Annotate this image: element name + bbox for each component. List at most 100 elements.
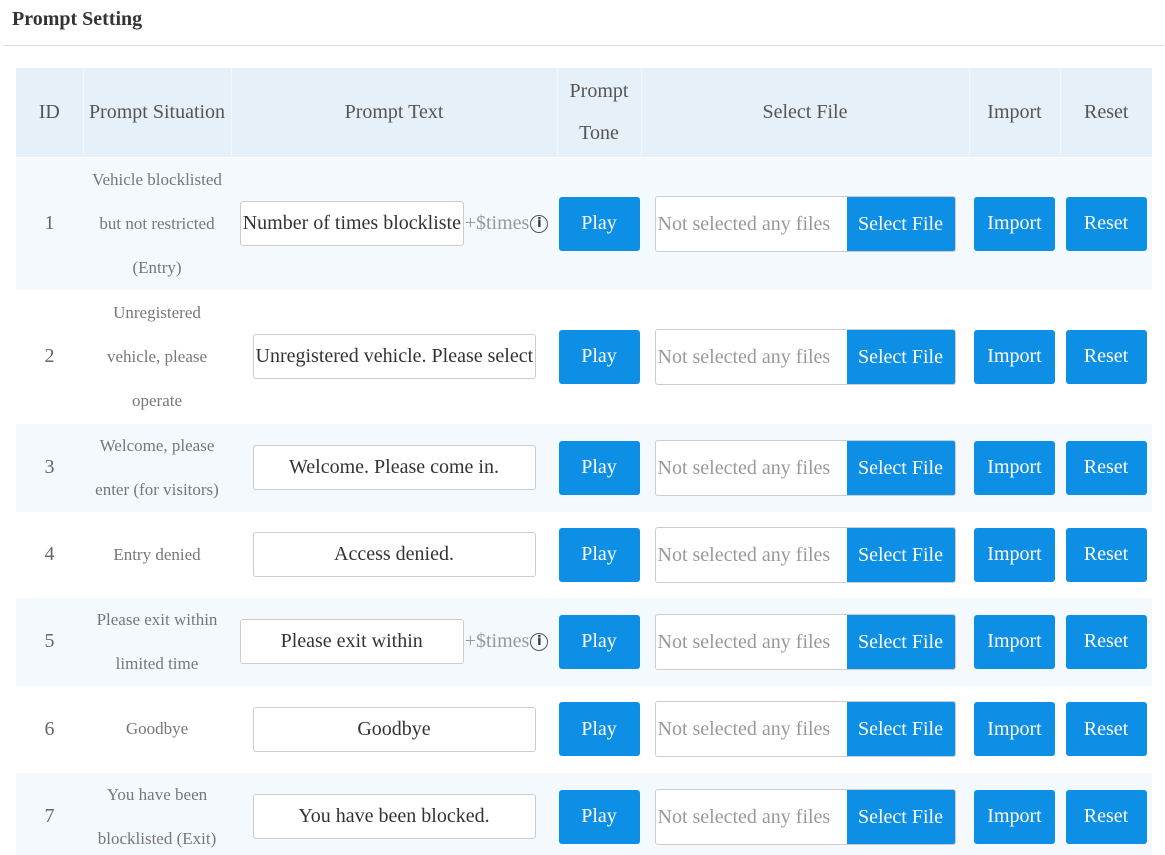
select-file-button[interactable]: Select File bbox=[846, 329, 955, 384]
reset-button[interactable]: Reset bbox=[1065, 789, 1147, 844]
import-cell: Import bbox=[969, 512, 1060, 597]
row-id: 4 bbox=[44, 543, 55, 565]
select-file-cell: Not selected any files Select File bbox=[641, 772, 969, 855]
prompt-text-input[interactable] bbox=[252, 706, 536, 752]
play-button[interactable]: Play bbox=[558, 527, 640, 582]
table-header-row: ID Prompt Situation Prompt Text Prompt T… bbox=[16, 68, 1152, 157]
column-header-text: Prompt Text bbox=[231, 68, 558, 157]
prompt-text-input[interactable] bbox=[252, 532, 536, 577]
play-button[interactable]: Play bbox=[558, 329, 640, 384]
reset-button[interactable]: Reset bbox=[1065, 196, 1147, 251]
column-header-reset: Reset bbox=[1084, 101, 1129, 124]
play-button[interactable]: Play bbox=[558, 789, 640, 844]
import-button[interactable]: Import bbox=[974, 196, 1055, 251]
select-file-cell: Not selected any files Select File bbox=[641, 290, 969, 423]
row-id: 3 bbox=[44, 456, 55, 478]
table-row: 3 Welcome, please enter (for visitors) Pla… bbox=[16, 423, 1152, 512]
import-button[interactable]: Import bbox=[974, 329, 1055, 384]
prompt-situation: Unregistered vehicle, please operate bbox=[106, 302, 208, 410]
select-file-button[interactable]: Select File bbox=[846, 440, 955, 495]
file-picker[interactable]: Not selected any files Select File bbox=[654, 195, 956, 252]
column-header-import: Import bbox=[969, 68, 1061, 157]
prompt-text-input[interactable] bbox=[252, 794, 536, 839]
column-header-id: ID bbox=[16, 68, 84, 157]
column-header-situation: Prompt Situation bbox=[83, 68, 232, 157]
select-file-button[interactable]: Select File bbox=[846, 789, 955, 844]
prompt-tone-cell: Play bbox=[557, 597, 641, 686]
import-button[interactable]: Import bbox=[974, 527, 1055, 582]
file-picker[interactable]: Not selected any files Select File bbox=[654, 526, 956, 583]
info-icon[interactable]: i bbox=[530, 632, 549, 651]
reset-button[interactable]: Reset bbox=[1065, 702, 1147, 756]
row-id: 1 bbox=[44, 212, 55, 234]
play-button[interactable]: Play bbox=[558, 702, 640, 756]
prompt-text-cell: +$timesi bbox=[231, 597, 557, 686]
prompt-table: ID Prompt Situation Prompt Text Prompt T… bbox=[16, 68, 1152, 855]
select-file-cell: Not selected any files Select File bbox=[641, 157, 969, 290]
reset-cell: Reset bbox=[1060, 290, 1152, 423]
import-cell: Import bbox=[969, 772, 1060, 855]
prompt-text-input[interactable] bbox=[252, 445, 536, 490]
row-id: 7 bbox=[44, 805, 55, 827]
file-name-display: Not selected any files bbox=[657, 543, 831, 566]
file-picker[interactable]: Not selected any files Select File bbox=[654, 439, 956, 496]
table-row: 4 Entry denied Play Not selected any files S… bbox=[16, 512, 1152, 597]
reset-cell: Reset bbox=[1060, 157, 1152, 290]
row-id: 5 bbox=[44, 630, 55, 652]
play-button[interactable]: Play bbox=[558, 440, 640, 495]
reset-cell: Reset bbox=[1060, 772, 1152, 855]
prompt-text-group: +$timesi bbox=[239, 201, 549, 246]
import-cell: Import bbox=[969, 290, 1060, 423]
prompt-text-cell bbox=[231, 423, 557, 512]
select-file-button[interactable]: Select File bbox=[846, 614, 955, 669]
file-picker[interactable]: Not selected any files Select File bbox=[654, 788, 956, 845]
reset-button[interactable]: Reset bbox=[1065, 527, 1147, 582]
prompt-text-cell bbox=[231, 512, 557, 597]
select-file-button[interactable]: Select File bbox=[846, 702, 955, 756]
import-cell: Import bbox=[969, 597, 1060, 686]
select-file-button[interactable]: Select File bbox=[846, 196, 955, 251]
file-name-display: Not selected any files bbox=[657, 805, 831, 828]
table-row: 5 Please exit within limited time +$timesi… bbox=[16, 597, 1152, 686]
info-icon[interactable]: i bbox=[530, 214, 549, 233]
import-button[interactable]: Import bbox=[974, 440, 1055, 495]
prompt-situation: Entry denied bbox=[113, 544, 201, 564]
file-name-display: Not selected any files bbox=[657, 212, 831, 235]
import-cell: Import bbox=[969, 157, 1060, 290]
column-header-tone: Prompt Tone bbox=[557, 68, 642, 157]
prompt-situation: Please exit within limited time bbox=[96, 609, 218, 673]
column-header-file: Select File bbox=[641, 68, 970, 157]
select-file-cell: Not selected any files Select File bbox=[641, 597, 969, 686]
prompt-table-container: ID Prompt Situation Prompt Text Prompt T… bbox=[16, 68, 1152, 855]
import-button[interactable]: Import bbox=[974, 614, 1055, 669]
reset-button[interactable]: Reset bbox=[1065, 329, 1147, 384]
table-row: 2 Unregistered vehicle, please operate Pla… bbox=[16, 290, 1152, 423]
file-name-display: Not selected any files bbox=[657, 630, 831, 653]
prompt-text-input[interactable] bbox=[239, 619, 464, 664]
import-button[interactable]: Import bbox=[974, 789, 1055, 844]
reset-cell: Reset bbox=[1060, 423, 1152, 512]
table-row: 1 Vehicle blocklisted but not restricted … bbox=[16, 157, 1152, 290]
prompt-text-input[interactable] bbox=[239, 201, 464, 246]
file-name-display: Not selected any files bbox=[657, 718, 831, 740]
reset-cell: Reset bbox=[1060, 597, 1152, 686]
file-picker[interactable]: Not selected any files Select File bbox=[654, 701, 956, 757]
reset-button[interactable]: Reset bbox=[1065, 614, 1147, 669]
prompt-situation: Vehicle blocklisted but not restricted (… bbox=[92, 169, 222, 277]
reset-button[interactable]: Reset bbox=[1065, 440, 1147, 495]
prompt-setting-page: Prompt Setting ID Prompt Situation Promp… bbox=[0, 0, 1165, 855]
import-button[interactable]: Import bbox=[974, 702, 1055, 756]
page-title: Prompt Setting bbox=[12, 8, 143, 30]
file-picker[interactable]: Not selected any files Select File bbox=[654, 328, 956, 385]
file-name-display: Not selected any files bbox=[657, 456, 831, 479]
play-button[interactable]: Play bbox=[558, 614, 640, 669]
prompt-tone-cell: Play bbox=[557, 157, 641, 290]
prompt-text-input[interactable] bbox=[252, 334, 536, 379]
select-file-button[interactable]: Select File bbox=[846, 527, 955, 582]
file-picker[interactable]: Not selected any files Select File bbox=[654, 613, 956, 670]
select-file-cell: Not selected any files Select File bbox=[641, 512, 969, 597]
play-button[interactable]: Play bbox=[558, 196, 640, 251]
prompt-tone-cell: Play bbox=[557, 772, 641, 855]
select-file-cell: Not selected any files Select File bbox=[641, 686, 969, 772]
prompt-text-cell: +$timesi bbox=[231, 157, 557, 290]
